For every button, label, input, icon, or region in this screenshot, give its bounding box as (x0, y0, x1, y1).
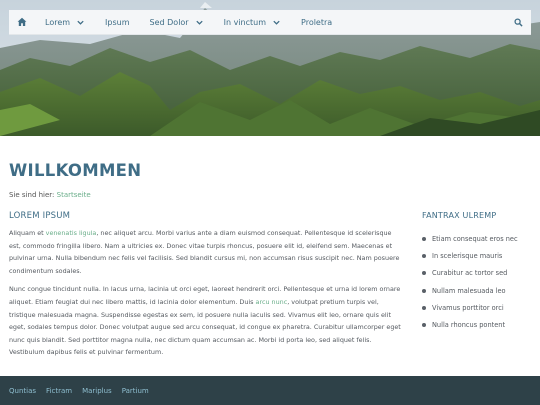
breadcrumb: Sie sind hier: Startseite (9, 191, 91, 199)
breadcrumb-prefix: Sie sind hier: (9, 191, 55, 199)
sidebar-list: Etiam consequat eros nec In scelerisque … (422, 230, 534, 334)
nav-item-in-vinctum[interactable]: In vinctum (214, 10, 291, 35)
nav-item-ipsum[interactable]: Ipsum (95, 10, 139, 35)
bullet-icon (422, 323, 426, 328)
paragraph-1: Aliquam et venenatis ligula, nec aliquet… (9, 227, 402, 277)
inline-link[interactable]: venenatis ligula (46, 229, 97, 237)
footer-link[interactable]: Fictram (46, 387, 72, 395)
bullet-icon (422, 305, 426, 310)
bullet-icon (422, 253, 426, 258)
paragraph-text: Aliquam et (9, 229, 46, 237)
nav-item-lorem[interactable]: Lorem (35, 10, 95, 35)
list-item[interactable]: In scelerisque mauris (422, 247, 534, 264)
nav-item-label: Proletra (301, 17, 333, 27)
search-button[interactable] (506, 10, 531, 35)
footer-link[interactable]: Quntias (9, 387, 36, 395)
footer-link[interactable]: Partium (122, 387, 149, 395)
bullet-icon (422, 271, 426, 276)
list-item-label: Nullam malesuada leo (432, 286, 506, 295)
sidebar-heading: FANTRAX ULREMP (422, 211, 497, 220)
nav-item-label: Lorem (45, 17, 71, 27)
sidebar: FANTRAX ULREMP Etiam consequat eros nec … (422, 211, 534, 334)
home-button[interactable] (9, 10, 35, 35)
nav-item-label: In vinctum (223, 17, 267, 27)
paragraph-2: Nunc congue tincidunt nulla. In lacus ur… (9, 283, 402, 359)
nav-item-label: Sed Dolor (149, 17, 189, 27)
footer: Quntias Fictram Mariplus Partium (0, 376, 540, 405)
list-item[interactable]: Nulla rhoncus pontent (422, 316, 534, 333)
main-nav: Lorem Ipsum Sed Dolor In vinctum Proletr… (9, 10, 531, 35)
page-title: WILLKOMMEN (9, 161, 142, 180)
list-item[interactable]: Curabitur ac tortor sed (422, 265, 534, 282)
list-item[interactable]: Vivamus porttitor orci (422, 299, 534, 316)
main-content: LOREM IPSUM Aliquam et venenatis ligula,… (9, 211, 402, 365)
nav-item-sed-dolor[interactable]: Sed Dolor (140, 10, 214, 35)
footer-link[interactable]: Mariplus (82, 387, 112, 395)
search-icon (514, 17, 523, 27)
chevron-down-icon (273, 20, 280, 25)
chevron-down-icon (77, 20, 84, 25)
list-item[interactable]: Etiam consequat eros nec (422, 230, 534, 247)
list-item-label: In scelerisque mauris (432, 251, 503, 260)
section-heading: LOREM IPSUM (9, 211, 71, 221)
nav-item-label: Ipsum (105, 17, 130, 27)
list-item-label: Etiam consequat eros nec (432, 234, 518, 243)
inline-link[interactable]: arcu nunc (256, 298, 288, 306)
bullet-icon (422, 236, 426, 241)
chevron-down-icon (195, 20, 203, 25)
list-item-label: Curabitur ac tortor sed (432, 269, 508, 278)
paragraph-text: , volutpat pretium turpis vel, tristique… (9, 297, 401, 357)
list-item[interactable]: Nullam malesuada leo (422, 282, 534, 299)
bullet-icon (422, 288, 426, 293)
list-item-label: Vivamus porttitor orci (432, 303, 504, 312)
breadcrumb-link-home[interactable]: Startseite (57, 191, 91, 199)
home-icon (17, 17, 27, 26)
list-item-label: Nulla rhoncus pontent (432, 321, 506, 330)
nav-item-proletra[interactable]: Proletra (291, 10, 342, 35)
